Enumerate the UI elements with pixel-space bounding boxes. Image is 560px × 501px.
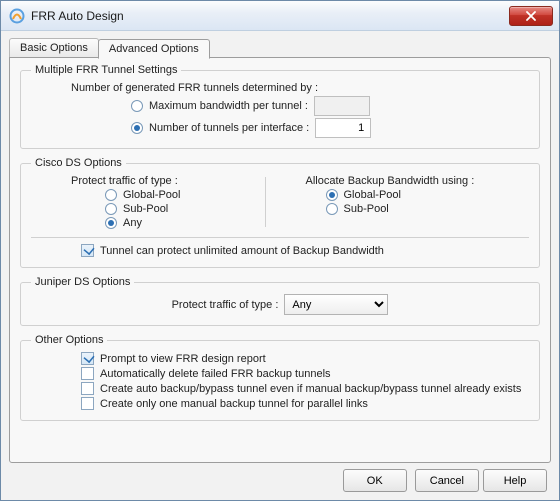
checkbox-unlimited-backup-bw[interactable] — [81, 244, 94, 257]
label-juniper-protect: Protect traffic of type : — [172, 299, 279, 311]
checkbox-auto-delete-failed[interactable] — [81, 367, 94, 380]
group-multi-frr: Multiple FRR Tunnel Settings Number of g… — [20, 64, 540, 149]
input-maximum-bandwidth[interactable] — [314, 96, 370, 116]
titlebar: FRR Auto Design — [1, 1, 559, 31]
label-create-one-manual[interactable]: Create only one manual backup tunnel for… — [100, 398, 368, 410]
radio-protect-global-pool[interactable] — [105, 189, 117, 201]
multi-frr-intro: Number of generated FRR tunnels determin… — [31, 82, 529, 94]
tab-advanced-options[interactable]: Advanced Options — [98, 39, 210, 59]
button-bar: OK Cancel Help — [9, 463, 551, 492]
label-maximum-bandwidth[interactable]: Maximum bandwidth per tunnel : — [149, 100, 308, 112]
window-title: FRR Auto Design — [31, 9, 509, 23]
label-protect-traffic: Protect traffic of type : — [31, 175, 255, 187]
radio-maximum-bandwidth[interactable] — [131, 100, 143, 112]
label-auto-delete-failed[interactable]: Automatically delete failed FRR backup t… — [100, 368, 331, 380]
checkbox-create-auto-backup[interactable] — [81, 382, 94, 395]
radio-number-of-tunnels[interactable] — [131, 122, 143, 134]
tab-basic-options[interactable]: Basic Options — [9, 38, 99, 57]
group-multi-frr-legend: Multiple FRR Tunnel Settings — [31, 64, 181, 76]
radio-protect-sub-pool[interactable] — [105, 203, 117, 215]
label-prompt-report[interactable]: Prompt to view FRR design report — [100, 353, 266, 365]
group-cisco-ds: Cisco DS Options Protect traffic of type… — [20, 157, 540, 268]
input-number-of-tunnels[interactable] — [315, 118, 371, 138]
help-button[interactable]: Help — [483, 469, 547, 492]
divider-vertical — [265, 177, 266, 227]
radio-allocate-sub-pool[interactable] — [326, 203, 338, 215]
close-icon — [526, 11, 536, 21]
radio-allocate-global-pool[interactable] — [326, 189, 338, 201]
label-allocate-sub-pool[interactable]: Sub-Pool — [344, 203, 389, 215]
client-area: Basic Options Advanced Options Multiple … — [1, 31, 559, 500]
checkbox-prompt-report[interactable] — [81, 352, 94, 365]
label-allocate-backup: Allocate Backup Bandwidth using : — [306, 175, 530, 187]
group-other-options-legend: Other Options — [31, 334, 107, 346]
tab-panel-advanced: Multiple FRR Tunnel Settings Number of g… — [9, 57, 551, 463]
label-protect-any[interactable]: Any — [123, 217, 142, 229]
divider-horizontal — [31, 237, 529, 238]
group-cisco-ds-legend: Cisco DS Options — [31, 157, 126, 169]
label-create-auto-backup[interactable]: Create auto backup/bypass tunnel even if… — [100, 383, 521, 395]
select-juniper-protect-type[interactable]: Any — [284, 294, 388, 315]
app-icon — [9, 8, 25, 24]
radio-protect-any[interactable] — [105, 217, 117, 229]
label-unlimited-backup-bw[interactable]: Tunnel can protect unlimited amount of B… — [100, 245, 384, 257]
tab-strip: Basic Options Advanced Options — [9, 35, 551, 57]
checkbox-create-one-manual[interactable] — [81, 397, 94, 410]
label-protect-global-pool[interactable]: Global-Pool — [123, 189, 180, 201]
label-number-of-tunnels[interactable]: Number of tunnels per interface : — [149, 122, 309, 134]
ok-button[interactable]: OK — [343, 469, 407, 492]
group-juniper-ds: Juniper DS Options Protect traffic of ty… — [20, 276, 540, 326]
dialog-window: FRR Auto Design Basic Options Advanced O… — [0, 0, 560, 501]
label-allocate-global-pool[interactable]: Global-Pool — [344, 189, 401, 201]
group-juniper-ds-legend: Juniper DS Options — [31, 276, 134, 288]
label-protect-sub-pool[interactable]: Sub-Pool — [123, 203, 168, 215]
group-other-options: Other Options Prompt to view FRR design … — [20, 334, 540, 421]
close-button[interactable] — [509, 6, 553, 26]
cancel-button[interactable]: Cancel — [415, 469, 479, 492]
